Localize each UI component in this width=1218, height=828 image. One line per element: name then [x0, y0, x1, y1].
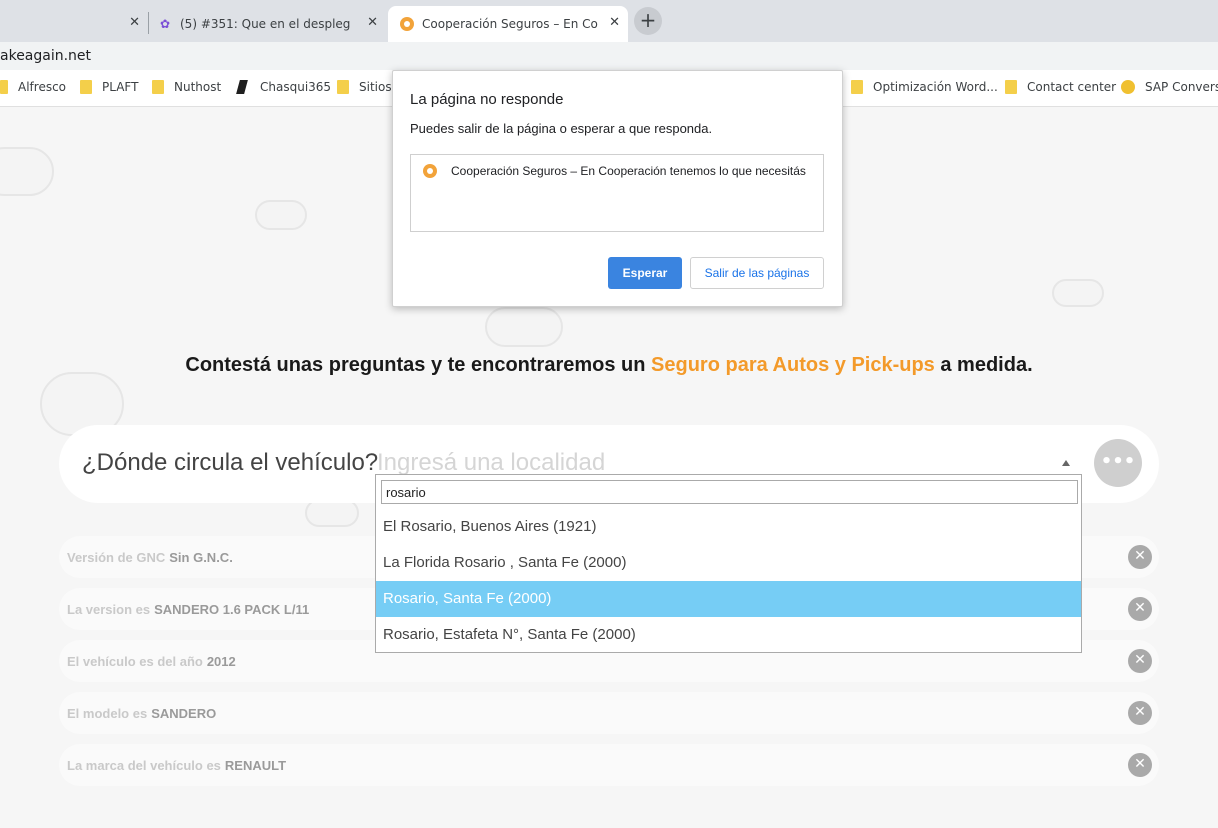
answer-question: Versión de GNC	[67, 550, 166, 565]
page-heading: Contestá unas preguntas y te encontrarem…	[0, 354, 1218, 377]
answer-label: La marca del vehículo es RENAULT	[67, 758, 286, 773]
answer-value: SANDERO 1.6 PACK L/11	[154, 602, 310, 617]
answer-question: El modelo es	[67, 706, 148, 721]
caret-up-icon[interactable]	[1062, 460, 1070, 466]
heading-accent: Seguro para Autos y Pick-ups	[651, 354, 935, 376]
bookmark-label: Chasqui365	[260, 80, 332, 94]
cloud-decoration	[0, 147, 54, 196]
heading-text: Contestá unas preguntas y te encontrarem…	[185, 354, 652, 376]
bookmark-label: Nuthost	[174, 80, 222, 94]
folder-icon	[851, 80, 863, 94]
tab-separator	[148, 12, 149, 34]
dropdown-option[interactable]: El Rosario, Buenos Aires (1921)	[376, 509, 1081, 545]
bookmark-contact-center[interactable]: Contact center	[1005, 80, 1116, 94]
remove-answer-button[interactable]: ✕	[1128, 597, 1152, 621]
folder-icon	[337, 80, 349, 94]
location-dropdown: El Rosario, Buenos Aires (1921) La Flori…	[375, 474, 1082, 653]
answer-row: El modelo es SANDERO ✕	[59, 692, 1159, 734]
answer-label: La version es SANDERO 1.6 PACK L/11	[67, 602, 309, 617]
location-search-input[interactable]	[381, 480, 1078, 504]
bookmark-label: PLAFT	[102, 80, 139, 94]
answer-value: SANDERO	[151, 706, 217, 721]
remove-answer-button[interactable]: ✕	[1128, 545, 1152, 569]
bookmark-chasqui365[interactable]: Chasqui365	[236, 80, 332, 94]
tab-strip: ✕ ✿ (5) #351: Que en el desplegable de ✕…	[0, 0, 1218, 42]
answer-question: La version es	[67, 602, 151, 617]
tab-title: (5) #351: Que en el desplegable de	[180, 17, 350, 31]
bookmark-alfresco[interactable]: Alfresco	[0, 80, 66, 94]
dialog-title: La página no responde	[410, 91, 564, 108]
exit-pages-button[interactable]: Salir de las páginas	[690, 257, 824, 289]
answer-value: 2012	[206, 654, 236, 669]
bookmark-label: Sitios	[359, 80, 392, 94]
answer-value: RENAULT	[224, 758, 287, 773]
tab-1[interactable]: ✕	[0, 6, 148, 42]
folder-icon	[1005, 80, 1017, 94]
folder-icon	[0, 80, 8, 94]
cloud-decoration	[305, 499, 359, 527]
sap-icon	[1121, 80, 1135, 94]
folder-icon	[152, 80, 164, 94]
answer-label: El modelo es SANDERO	[67, 706, 216, 721]
page-item-title: Cooperación Seguros – En Cooperación ten…	[451, 164, 806, 178]
answer-value: Sin G.N.C.	[169, 550, 233, 565]
bookmark-nuthost[interactable]: Nuthost	[152, 80, 221, 94]
more-button[interactable]: •••	[1094, 439, 1142, 487]
address-bar[interactable]: akeagain.net	[0, 42, 1218, 70]
new-tab-button[interactable]: +	[634, 7, 662, 35]
heading-text: a medida.	[934, 354, 1033, 376]
unresponsive-page-list: Cooperación Seguros – En Cooperación ten…	[410, 154, 824, 232]
app-favicon-icon: ✿	[160, 17, 171, 31]
bookmark-sitios[interactable]: Sitios	[337, 80, 392, 94]
bookmark-label: Contact center	[1027, 80, 1117, 94]
cooperacion-favicon-icon	[400, 17, 414, 31]
question-label: ¿Dónde circula el vehículo?	[82, 449, 379, 476]
cloud-decoration	[1052, 279, 1104, 307]
unresponsive-page-item: Cooperación Seguros – En Cooperación ten…	[423, 164, 806, 178]
cooperacion-favicon-icon	[423, 164, 437, 178]
remove-answer-button[interactable]: ✕	[1128, 753, 1152, 777]
bookmark-optimizacion[interactable]: Optimización Word...	[851, 80, 998, 94]
answer-label: El vehículo es del año 2012	[67, 654, 236, 669]
dropdown-option[interactable]: La Florida Rosario , Santa Fe (2000)	[376, 545, 1081, 581]
answer-question: La marca del vehículo es	[67, 758, 221, 773]
cloud-decoration	[255, 200, 307, 230]
remove-answer-button[interactable]: ✕	[1128, 701, 1152, 725]
bookmark-label: SAP Conversa	[1145, 80, 1218, 94]
close-tab-icon[interactable]: ✕	[129, 15, 140, 30]
remove-answer-button[interactable]: ✕	[1128, 649, 1152, 673]
answer-label: Versión de GNC Sin G.N.C.	[67, 550, 233, 565]
folder-icon	[80, 80, 92, 94]
url-text: akeagain.net	[0, 48, 92, 64]
tab-2[interactable]: ✿ (5) #351: Que en el desplegable de ✕	[150, 6, 386, 42]
bookmark-label: Alfresco	[18, 80, 67, 94]
location-select[interactable]: Ingresá una localidad	[377, 449, 605, 477]
cloud-decoration	[485, 307, 563, 347]
bookmark-plaft[interactable]: PLAFT	[80, 80, 138, 94]
answer-question: El vehículo es del año	[67, 654, 203, 669]
tab-title: Cooperación Seguros – En Cooperación	[422, 17, 598, 31]
close-tab-icon[interactable]: ✕	[609, 15, 620, 30]
bookmark-label: Optimización Word...	[873, 80, 998, 94]
dropdown-option[interactable]: Rosario, Estafeta N°, Santa Fe (2000)	[376, 617, 1081, 653]
chasqui-icon	[236, 80, 248, 94]
wait-button[interactable]: Esperar	[608, 257, 682, 289]
tab-3-active[interactable]: Cooperación Seguros – En Cooperación ✕	[388, 6, 628, 42]
bookmark-sap-conversa[interactable]: SAP Conversa	[1121, 80, 1218, 94]
answer-row: La marca del vehículo es RENAULT ✕	[59, 744, 1159, 786]
dialog-message: Puedes salir de la página o esperar a qu…	[410, 121, 713, 136]
page-unresponsive-dialog: La página no responde Puedes salir de la…	[392, 70, 843, 307]
dropdown-option-selected[interactable]: Rosario, Santa Fe (2000)	[376, 581, 1081, 617]
close-tab-icon[interactable]: ✕	[367, 15, 378, 30]
